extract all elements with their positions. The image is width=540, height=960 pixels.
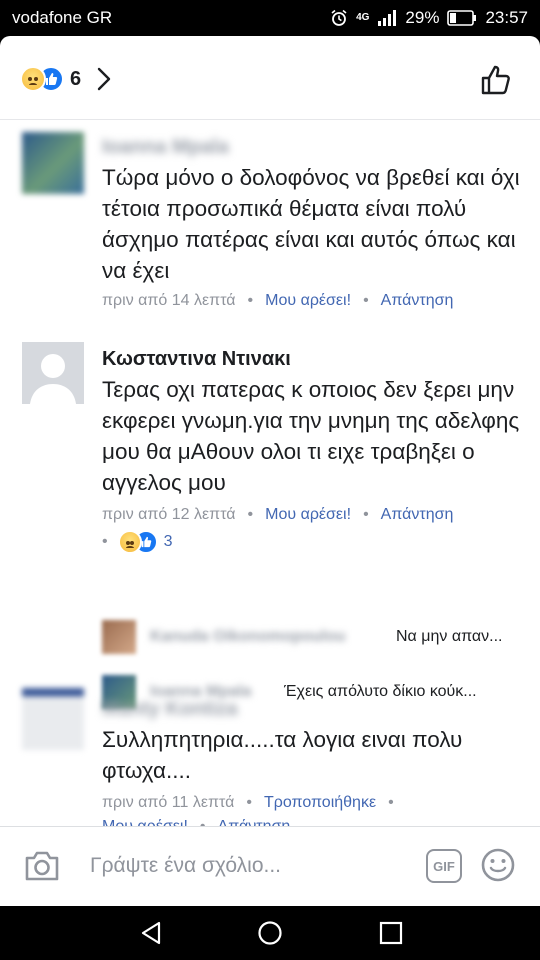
reply-avatar [102,620,136,654]
comment-author[interactable]: Κωσταντινα Ντινακι [102,348,291,371]
comment-time: πριν από 14 λεπτά [102,292,236,309]
reaction-count: 3 [163,533,173,550]
comment-meta: πριν από 12 λεπτά • Μου αρέσει! • Απάντηση [102,506,454,523]
comment-author[interactable]: Manty Kontiza [102,698,238,721]
chevron-right-icon[interactable] [97,67,111,91]
like-link[interactable]: Μου αρέσει! [265,292,351,309]
camera-icon[interactable] [24,849,60,883]
reactions-header: 6 [0,36,540,120]
reaction-summary[interactable]: 6 [20,66,111,92]
status-bar: vodafone GR 4G 29% 23:57 [0,0,540,36]
sad-reaction-icon [117,530,142,554]
reaction-count: 6 [70,67,82,90]
signal-icon [378,10,397,26]
home-icon[interactable] [257,920,283,946]
comment-text: Τώρα μόνο ο δολοφόνος να βρεθεί και όχι … [102,165,520,283]
comment-input[interactable] [90,849,390,883]
gif-button[interactable]: GIF [426,849,462,883]
carrier-name: vodafone GR [12,8,113,27]
reply-link[interactable]: Απάντηση [381,292,454,309]
alarm-icon [331,9,347,26]
edited-link[interactable]: Τροποποιήθηκε [264,794,376,811]
like-thumb-icon[interactable] [480,64,512,96]
comment-author[interactable]: Ioanna Mpala [102,136,229,159]
default-profile-icon [30,354,76,404]
reply-text: Να μην απαν... [396,628,503,645]
comment: Ioanna Mpala Τώρα μόνο ο δολοφόνος να βρ… [0,128,540,318]
comment-composer: GIF [0,826,540,906]
like-link[interactable]: Μου αρέσει! [265,506,351,523]
clock: 23:57 [485,8,528,27]
comment: Κωσταντινα Ντινακι Τερας οχι πατερας κ ο… [0,342,540,709]
reply-link[interactable]: Απάντηση [381,506,454,523]
comment-reactions[interactable]: • 3 [102,530,173,554]
network-type: 4G [356,12,370,23]
comment: Manty Kontiza Συλληπητηρια.....τα λογια … [0,688,540,835]
avatar[interactable] [22,688,84,750]
reply-preview[interactable]: Kanuda Oikonomopoulou Να μην απαν... [102,620,522,656]
back-icon[interactable] [138,920,164,946]
reply-author: Kanuda Oikonomopoulou [150,628,346,645]
battery-percent: 29% [405,8,440,27]
recents-icon[interactable] [378,920,404,946]
comment-text: Τερας οχι πατερας κ οποιος δεν ξερει μην… [102,377,520,495]
sad-reaction-icon [20,66,46,92]
comment-meta: πριν από 14 λεπτά • Μου αρέσει! • Απάντηση [102,292,454,309]
status-icons: 4G 29% 23:57 [330,8,528,28]
comment-time: πριν από 12 λεπτά [102,506,236,523]
battery-icon [447,10,477,26]
avatar[interactable] [22,132,84,194]
comment-text: Συλληπητηρια.....τα λογια ειναι πολυ φτω… [102,727,463,783]
comment-meta: πριν από 11 λεπτά • Τροποποιήθηκε • [102,794,394,811]
avatar[interactable] [22,342,84,404]
sticker-icon[interactable] [480,847,516,883]
phone-screen: vodafone GR 4G 29% 23:57 6 Ioanna Mpala … [0,0,540,960]
comments-sheet: 6 Ioanna Mpala Τώρα μόνο ο δολοφόνος να … [0,36,540,906]
comment-time: πριν από 11 λεπτά [102,794,235,811]
navigation-bar [0,906,540,960]
